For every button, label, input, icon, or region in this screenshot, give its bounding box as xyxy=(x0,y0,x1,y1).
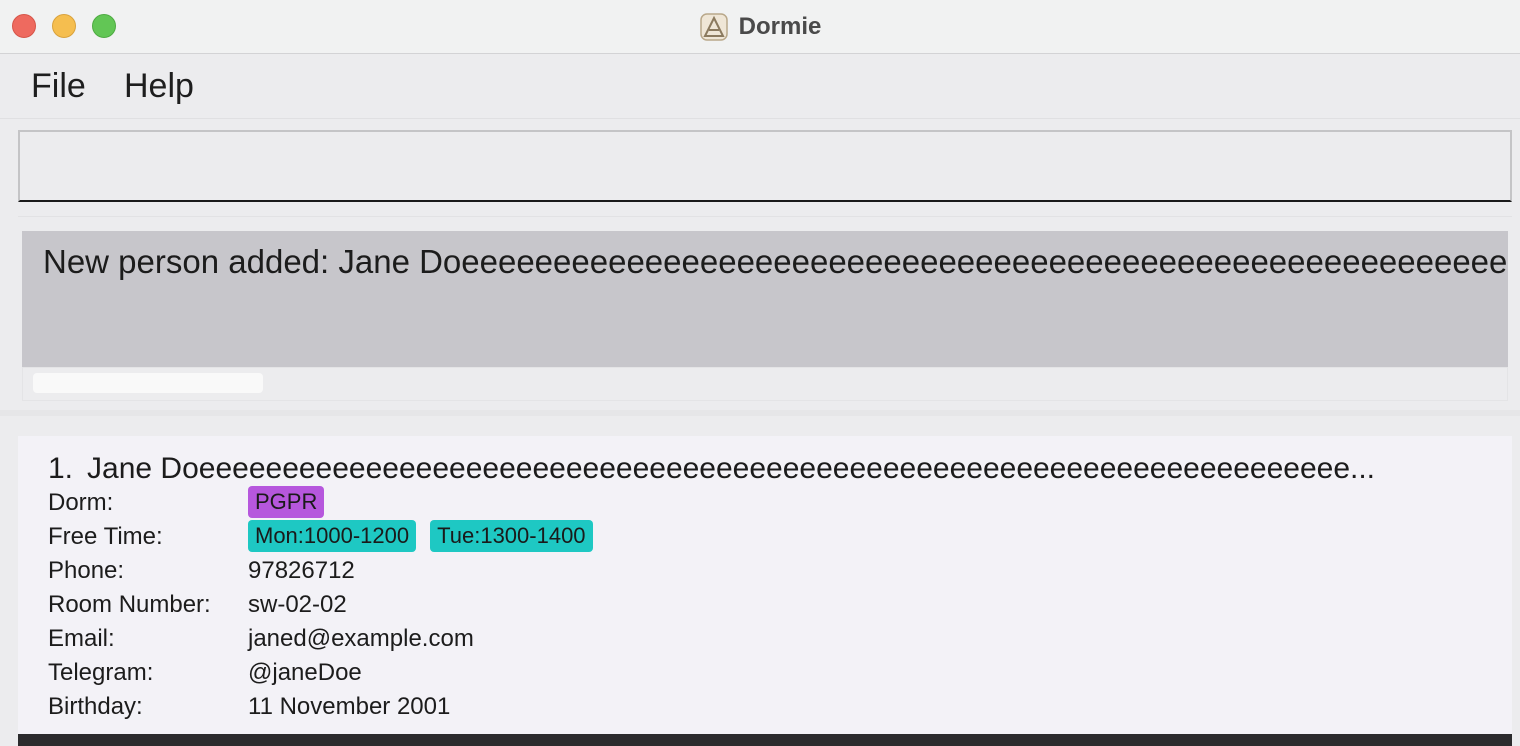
dorm-label: Dorm: xyxy=(48,489,114,516)
person-index: 1. xyxy=(48,452,74,485)
email-label: Email: xyxy=(48,625,115,652)
email-value: janed@example.com xyxy=(248,625,474,652)
telegram-value: @janeDoe xyxy=(248,659,362,686)
dorm-tag: PGPR xyxy=(248,486,325,518)
birthday-value: 11 November 2001 xyxy=(248,693,451,720)
telegram-label: Telegram: xyxy=(48,659,154,686)
room-label: Room Number: xyxy=(48,591,211,618)
command-input[interactable] xyxy=(20,132,1510,200)
result-message: New person added: Jane Doeeeeeeeeeeeeeee… xyxy=(43,243,1508,280)
person-name-row: 1. Jane Doeeeeeeeeeeeeeeeeeeeeeeeeeeeeeee… xyxy=(48,452,1375,486)
dorm-tags: PGPR xyxy=(248,486,325,518)
person-name: Jane Doeeeeeeeeeeeeeeeeeeeeeeeeeeeeeeeee… xyxy=(87,452,1376,485)
command-box xyxy=(18,130,1512,202)
room-value: sw-02-02 xyxy=(248,591,347,618)
menu-help[interactable]: Help xyxy=(124,67,194,106)
horizontal-scrollbar[interactable] xyxy=(22,367,1508,401)
menu-file[interactable]: File xyxy=(31,67,86,106)
window-title: Dormie xyxy=(738,12,822,40)
free-time-tags: Mon:1000-1200 Tue:1300-1400 xyxy=(248,520,593,552)
scrollbar-thumb[interactable] xyxy=(33,373,263,393)
result-display-panel: New person added: Jane Doeeeeeeeeeeeeeee… xyxy=(18,216,1512,403)
status-bar xyxy=(18,734,1512,746)
phone-value: 97826712 xyxy=(248,557,355,584)
title-bar: Dormie xyxy=(0,0,1520,54)
window-title-group: Dormie xyxy=(0,0,1520,53)
result-display: New person added: Jane Doeeeeeeeeeeeeeee… xyxy=(22,231,1508,367)
phone-label: Phone: xyxy=(48,557,125,584)
dormie-app-icon xyxy=(699,12,728,41)
free-time-tag: Tue:1300-1400 xyxy=(430,520,593,552)
person-list-panel: 1. Jane Doeeeeeeeeeeeeeeeeeeeeeeeeeeeeeee… xyxy=(18,436,1512,746)
free-time-label: Free Time: xyxy=(48,523,163,550)
birthday-label: Birthday: xyxy=(48,693,143,720)
panel-divider xyxy=(0,410,1520,416)
menu-bar: File Help xyxy=(0,54,1520,119)
free-time-tag: Mon:1000-1200 xyxy=(248,520,417,552)
